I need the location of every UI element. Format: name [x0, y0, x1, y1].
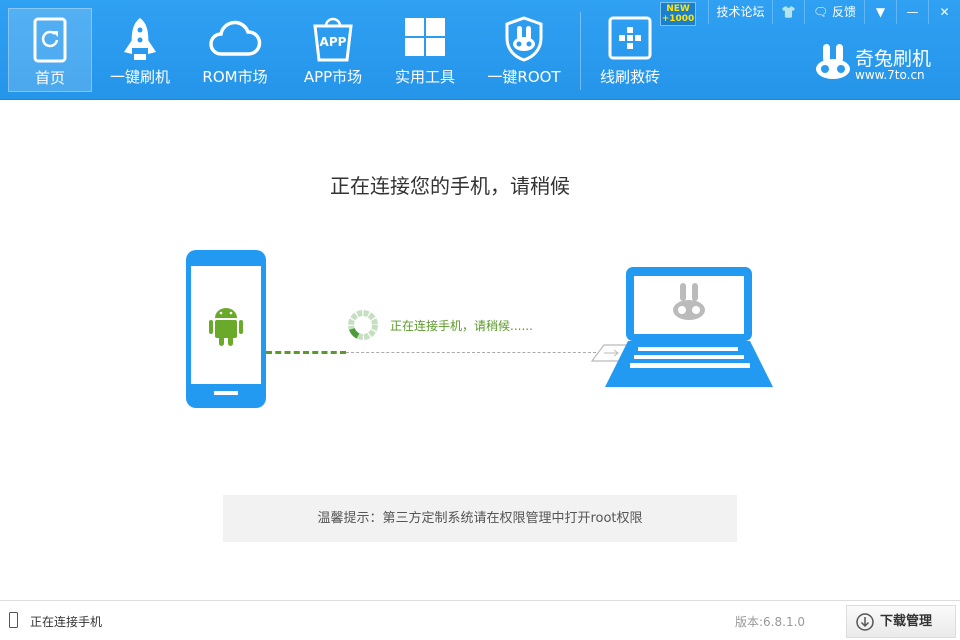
- chat-icon: 🗨: [812, 5, 829, 19]
- cloud-icon: [209, 20, 262, 56]
- grid-icon: [405, 18, 445, 56]
- tip-banner: 温馨提示：第三方定制系统请在权限管理中打开root权限: [223, 495, 737, 542]
- forum-link[interactable]: 技术论坛: [708, 0, 772, 24]
- tab-app-market[interactable]: APP APP市场: [291, 8, 375, 92]
- svg-text:APP: APP: [320, 35, 347, 49]
- tab-label: APP市场: [303, 68, 363, 86]
- tab-rom-market[interactable]: ROM市场: [193, 8, 277, 92]
- phone-illustration: [186, 250, 266, 408]
- menu-dropdown-button[interactable]: ▼: [864, 0, 896, 24]
- top-toolbar: 首页 一键刷机 ROM市场 APP APP市场 实用工具 一键ROOT 线刷救砖…: [0, 0, 960, 100]
- rabbit-shield-icon: [505, 16, 543, 62]
- connection-status: 正在连接手机: [30, 615, 103, 629]
- connection-pending-line: [346, 352, 596, 353]
- android-icon: [209, 308, 243, 346]
- tab-label: ROM市场: [202, 68, 268, 86]
- feedback-button[interactable]: 🗨 反馈: [804, 0, 864, 24]
- tab-label: 一键ROOT: [487, 68, 561, 86]
- connection-status-text: 正在连接手机，请稍候......: [390, 319, 533, 333]
- tab-label: 线刷救砖: [599, 68, 660, 86]
- tab-label: 一键刷机: [109, 68, 170, 86]
- download-manager-button[interactable]: 下载管理: [846, 605, 956, 638]
- minimize-button[interactable]: —: [896, 0, 928, 24]
- rocket-icon: [124, 18, 156, 60]
- phone-refresh-icon: [33, 17, 67, 63]
- laptop-illustration: [590, 267, 773, 387]
- tab-one-click-root[interactable]: 一键ROOT: [482, 8, 566, 92]
- tab-label: 首页: [34, 69, 65, 87]
- loading-spinner-icon: [348, 310, 378, 340]
- page-title: 正在连接您的手机，请稍候: [330, 174, 570, 198]
- app-logo: 奇兔刷机 www.7to.cn: [815, 44, 931, 84]
- skin-button[interactable]: 👕: [772, 0, 804, 24]
- close-button[interactable]: ✕: [928, 0, 960, 24]
- plus-box-icon: [608, 16, 652, 60]
- tab-home[interactable]: 首页: [8, 8, 92, 92]
- new-badge: NEW +1000: [660, 2, 696, 26]
- shirt-icon: 👕: [781, 5, 796, 19]
- app-bag-icon: APP: [313, 17, 353, 62]
- minimize-icon: —: [906, 5, 919, 19]
- tab-one-click-flash[interactable]: 一键刷机: [98, 8, 182, 92]
- tab-tools[interactable]: 实用工具: [383, 8, 467, 92]
- chevron-down-icon: ▼: [875, 5, 886, 19]
- rabbit-logo-icon: [816, 44, 850, 79]
- download-icon: [856, 613, 874, 631]
- version-label: 版本:6.8.1.0: [735, 615, 806, 629]
- connection-progress-line: [266, 351, 346, 354]
- tab-label: 实用工具: [394, 68, 455, 86]
- close-icon: ✕: [939, 5, 950, 19]
- status-bar: 正在连接手机 版本:6.8.1.0 下载管理: [0, 600, 960, 640]
- phone-icon: [9, 612, 18, 628]
